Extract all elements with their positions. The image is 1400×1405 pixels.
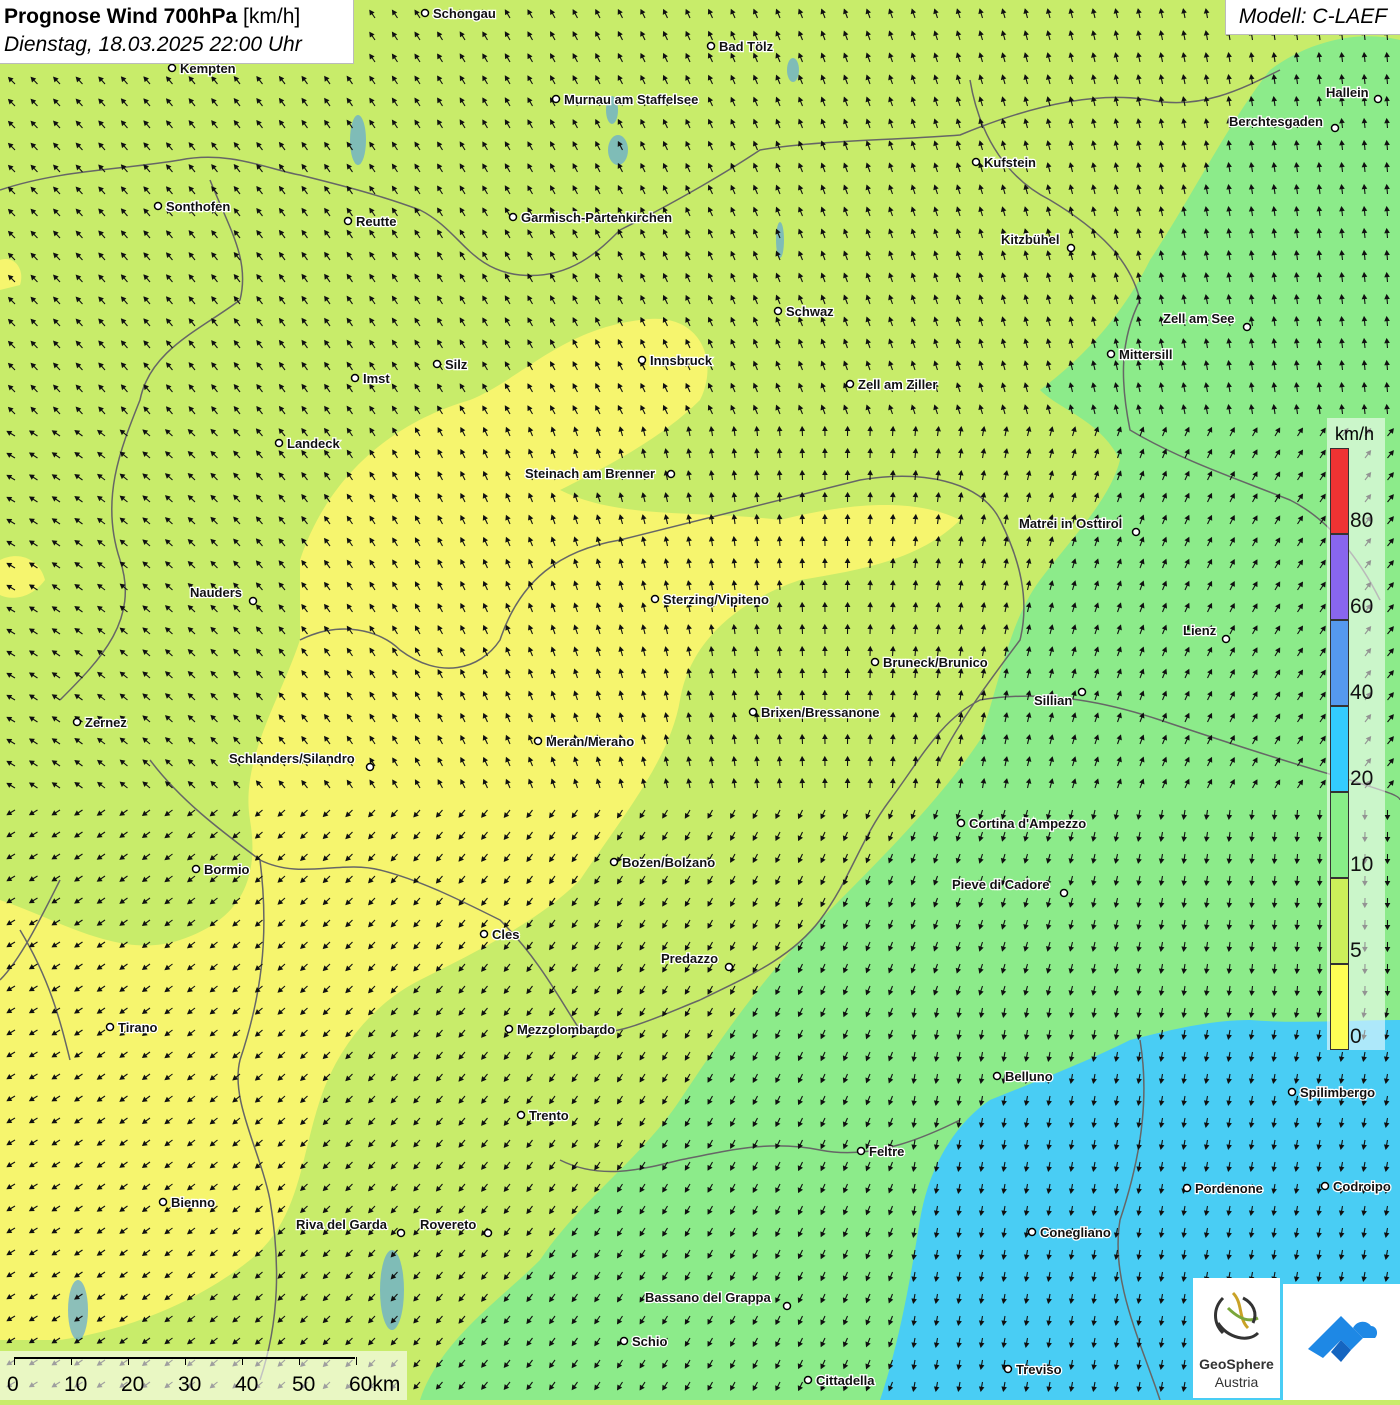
wind-map: SchongauBad TölzKemptenMurnau am Staffel… <box>0 0 1400 1400</box>
